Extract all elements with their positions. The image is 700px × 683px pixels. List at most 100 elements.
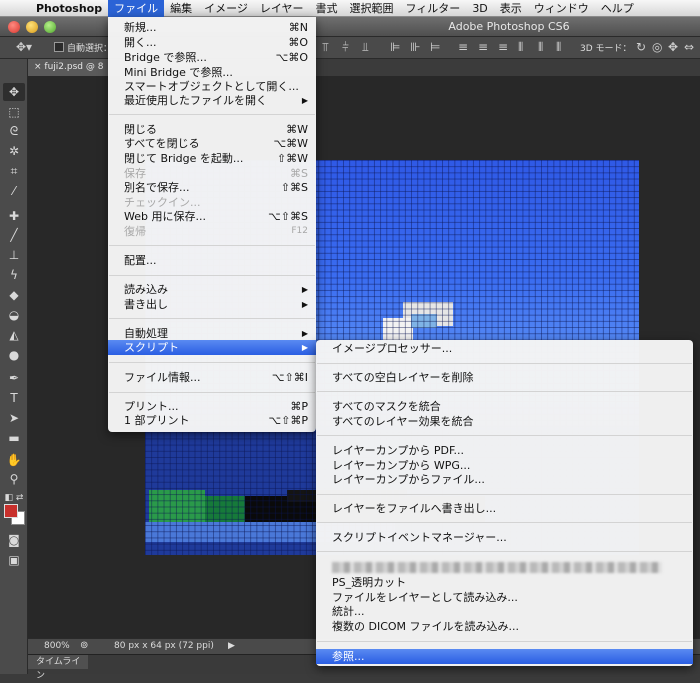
apple-menu-icon[interactable] (0, 0, 30, 17)
zoom-tool-icon[interactable]: ⚲ (3, 470, 25, 488)
hand-tool-icon[interactable]: ✋ (3, 451, 25, 469)
align-left-icon[interactable]: ⊫ (390, 40, 400, 54)
magic-wand-icon[interactable]: ✲ (3, 142, 25, 160)
distribute-right-icon[interactable]: ⦀ (556, 40, 561, 55)
menu-image[interactable]: イメージ (198, 0, 254, 17)
menu-item-save-as[interactable]: 別名で保存... ⇧⌘S (108, 180, 316, 195)
menu-item-import[interactable]: 読み込み ▶ (108, 282, 316, 297)
menu-filter[interactable]: フィルター (400, 0, 467, 17)
screen-mode-icon[interactable]: ▣ (3, 551, 25, 569)
script-item-delete-empty-layers[interactable]: すべての空白レイヤーを削除 (316, 370, 693, 385)
align-right-icon[interactable]: ⊨ (430, 40, 440, 54)
3d-slide-icon[interactable]: ⇔ (684, 40, 694, 54)
foreground-color-swatch[interactable] (4, 504, 18, 518)
3d-rotate-icon[interactable]: ↻ (636, 40, 646, 54)
script-item-export-layers-to-files[interactable]: レイヤーをファイルへ書き出し... (316, 501, 693, 516)
align-top-icon[interactable]: ⫪ (322, 40, 329, 55)
menu-file[interactable]: ファイル (108, 0, 165, 17)
align-bottom-icon[interactable]: ⫫ (362, 40, 369, 55)
move-tool-preset-icon[interactable]: ✥▾ (16, 40, 32, 54)
stamp-tool-icon[interactable]: ⊥ (3, 246, 25, 264)
menu-select[interactable]: 選択範囲 (344, 0, 400, 17)
menu-item-print-one-copy[interactable]: 1 部プリント ⌥⇧⌘P (108, 413, 316, 428)
pen-tool-icon[interactable]: ✒ (3, 369, 25, 387)
zoom-window-icon[interactable] (44, 21, 56, 33)
menu-item-scripts[interactable]: スクリプト ▶ (108, 340, 316, 355)
menu-item-print[interactable]: プリント... ⌘P (108, 399, 316, 414)
script-item-statistics[interactable]: 統計... (316, 604, 693, 619)
menu-item-automate[interactable]: 自動処理 ▶ (108, 326, 316, 341)
path-select-icon[interactable]: ➤ (3, 409, 25, 427)
close-tab-icon[interactable]: × (34, 62, 42, 72)
eraser-tool-icon[interactable]: ◆ (3, 286, 25, 304)
menu-3d[interactable]: 3D (466, 0, 493, 17)
brush-tool-icon[interactable]: ╱ (3, 226, 25, 244)
menu-layer[interactable]: レイヤー (254, 0, 310, 17)
menu-item-open-recent[interactable]: 最近使用したファイルを開く ▶ (108, 93, 316, 108)
move-tool-icon[interactable]: ✥ (3, 83, 25, 101)
script-item-comps-to-files[interactable]: レイヤーカンプからファイル... (316, 472, 693, 487)
type-tool-icon[interactable]: T (3, 389, 25, 407)
status-menu-arrow-icon[interactable]: ▶ (228, 641, 235, 651)
menu-app-name[interactable]: Photoshop (30, 0, 108, 17)
menu-item-close-all[interactable]: すべてを閉じる ⌥⌘W (108, 136, 316, 151)
menu-bar: Photoshop ファイル 編集 イメージ レイヤー 書式 選択範囲 フィルタ… (0, 0, 700, 17)
script-item-event-manager[interactable]: スクリプトイベントマネージャー... (316, 530, 693, 545)
history-brush-icon[interactable]: ϟ (3, 266, 25, 284)
menu-item-save-for-web[interactable]: Web 用に保存... ⌥⇧⌘S (108, 209, 316, 224)
menu-edit[interactable]: 編集 (164, 0, 198, 17)
distribute-vcenter-icon[interactable]: ≡ (478, 40, 488, 54)
script-item-comps-to-wpg[interactable]: レイヤーカンプから WPG... (316, 458, 693, 473)
script-item-image-processor[interactable]: イメージプロセッサー... (316, 341, 693, 356)
timeline-tab[interactable]: タイムライン (28, 655, 88, 681)
script-item-ps-transparent-cut[interactable]: PS_透明カット (316, 575, 693, 590)
menu-type[interactable]: 書式 (310, 0, 344, 17)
script-item-flatten-layer-effects[interactable]: すべてのレイヤー効果を統合 (316, 414, 693, 429)
blur-tool-icon[interactable]: ◭ (3, 326, 25, 344)
menu-item-close-go-bridge[interactable]: 閉じて Bridge を起動... ⇧⌘W (108, 151, 316, 166)
zoom-control-icon[interactable]: ⊚ (80, 640, 88, 651)
menu-item-open[interactable]: 開く... ⌘O (108, 35, 316, 50)
menu-item-file-info[interactable]: ファイル情報... ⌥⇧⌘I (108, 370, 316, 385)
distribute-top-icon[interactable]: ≡ (458, 40, 468, 54)
marquee-tool-icon[interactable]: ⬚ (3, 103, 25, 121)
align-hcenter-icon[interactable]: ⊪ (410, 40, 420, 54)
paint-bucket-icon[interactable]: ◒ (3, 306, 25, 324)
menu-item-browse-mini-bridge[interactable]: Mini Bridge で参照... (108, 65, 316, 80)
menu-help[interactable]: ヘルプ (595, 0, 640, 17)
lasso-tool-icon[interactable]: ᘓ (3, 122, 25, 140)
distribute-bottom-icon[interactable]: ≡ (498, 40, 508, 54)
menu-item-place[interactable]: 配置... (108, 253, 316, 268)
close-window-icon[interactable] (8, 21, 20, 33)
submenu-arrow-icon: ▶ (301, 329, 308, 338)
eyedropper-tool-icon[interactable]: ⁄ (3, 182, 25, 200)
menu-window[interactable]: ウィンドウ (528, 0, 595, 17)
crop-tool-icon[interactable]: ⌗ (3, 162, 25, 180)
zoom-level[interactable]: 800% (44, 641, 70, 651)
menu-item-close[interactable]: 閉じる ⌘W (108, 122, 316, 137)
distribute-left-icon[interactable]: ⦀ (518, 40, 523, 55)
script-item-load-dicom[interactable]: 複数の DICOM ファイルを読み込み... (316, 619, 693, 634)
minimize-window-icon[interactable] (26, 21, 38, 33)
align-vcenter-icon[interactable]: ⫩ (342, 40, 349, 55)
script-item-load-files-into-stack[interactable]: ファイルをレイヤーとして読み込み... (316, 590, 693, 605)
menu-item-export[interactable]: 書き出し ▶ (108, 297, 316, 312)
menu-separator (317, 391, 692, 392)
rectangle-tool-icon[interactable]: ▬ (3, 429, 25, 447)
document-tab-title: fuji2.psd @ 8 (44, 62, 104, 72)
menu-item-open-smart-object[interactable]: スマートオブジェクトとして開く... (108, 79, 316, 94)
document-tab[interactable]: × fuji2.psd @ 8 (28, 59, 110, 76)
healing-brush-icon[interactable]: ✚ (3, 207, 25, 225)
3d-pan-icon[interactable]: ✥ (668, 40, 678, 54)
script-item-comps-to-pdf[interactable]: レイヤーカンプから PDF... (316, 443, 693, 458)
script-item-flatten-all-masks[interactable]: すべてのマスクを統合 (316, 399, 693, 414)
quick-mask-icon[interactable]: ◙ (3, 531, 25, 549)
menu-item-browse-bridge[interactable]: Bridge で参照... ⌥⌘O (108, 50, 316, 65)
distribute-hcenter-icon[interactable]: ⦀ (538, 40, 543, 55)
script-item-browse[interactable]: 参照... (316, 649, 693, 664)
3d-roll-icon[interactable]: ◎ (652, 40, 662, 54)
menu-item-new[interactable]: 新規... ⌘N (108, 20, 316, 35)
menu-view[interactable]: 表示 (494, 0, 528, 17)
dodge-tool-icon[interactable]: ● (3, 346, 25, 364)
auto-select-checkbox[interactable] (54, 42, 64, 52)
